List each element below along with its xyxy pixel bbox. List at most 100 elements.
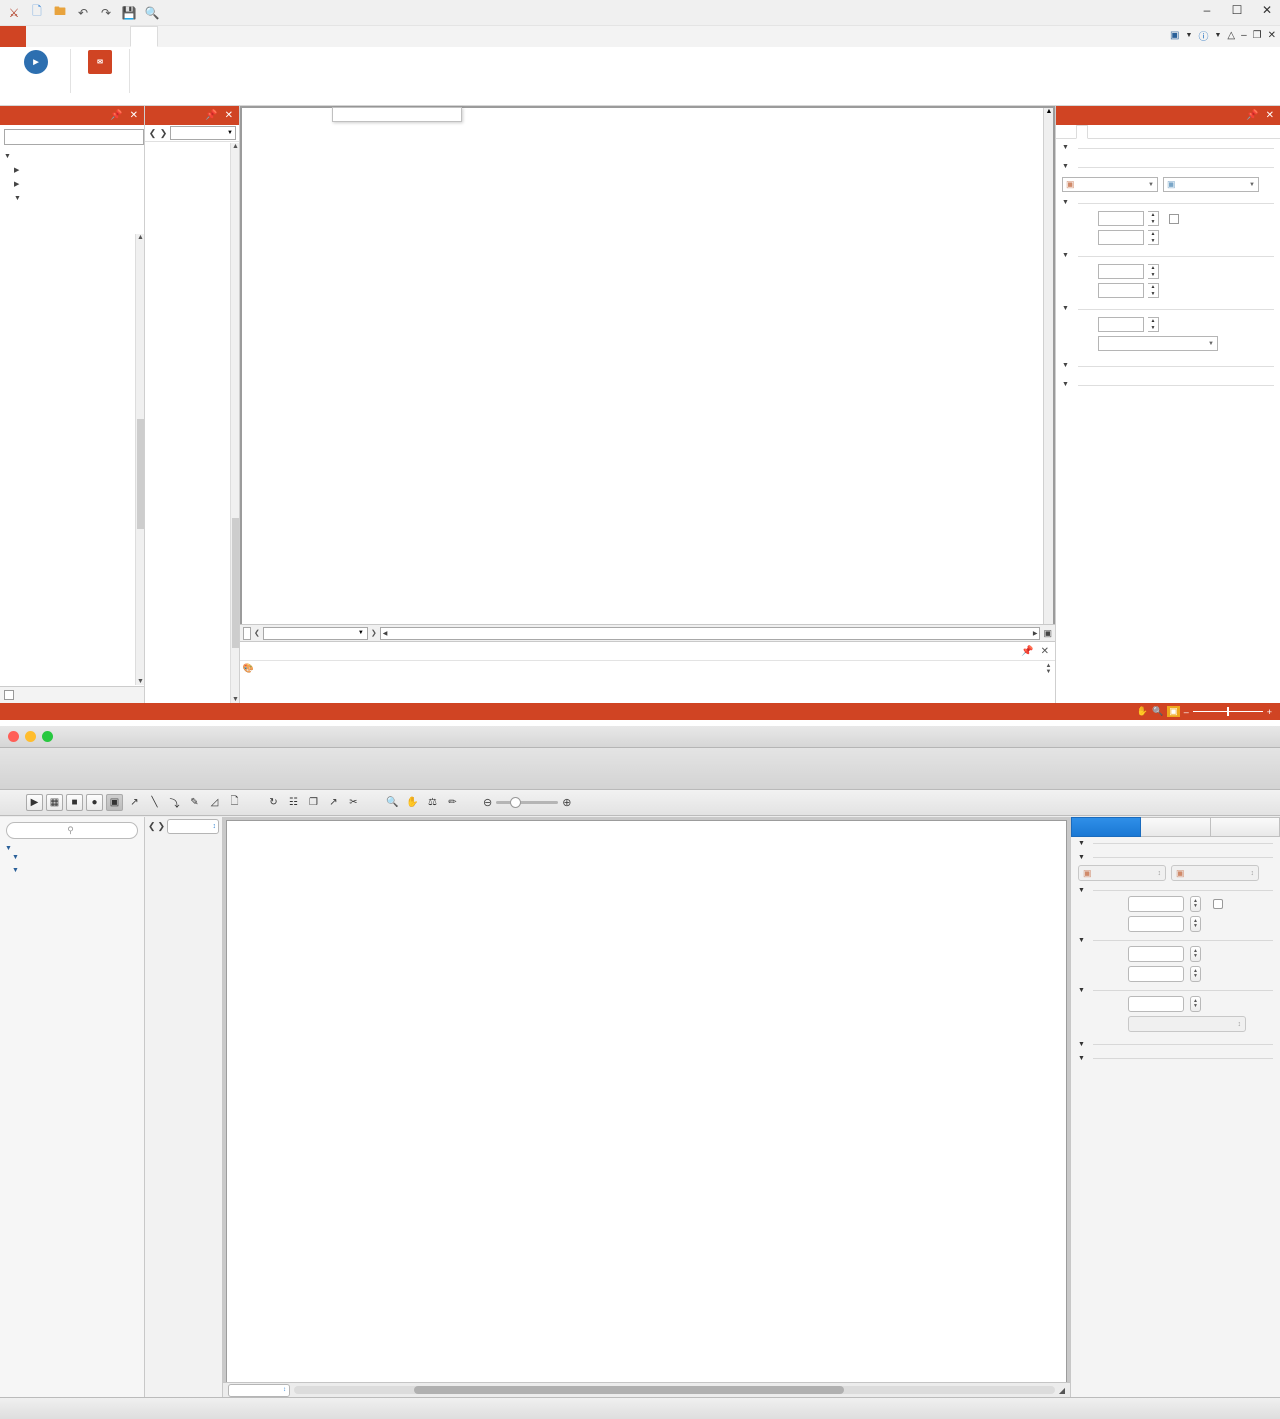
colors-scrollbar[interactable]: ▲ ▼	[1044, 663, 1053, 675]
mac-collapse-size-icon[interactable]: ▼	[1078, 887, 1085, 894]
fill-icon[interactable]: ⚖	[424, 794, 441, 811]
doc-restore-button[interactable]: ❐	[1253, 30, 1262, 41]
color-swatches[interactable]	[255, 663, 1044, 667]
colors-scroll-down-icon[interactable]: ▼	[1046, 669, 1052, 675]
canvas-vscrollbar[interactable]: ▲ ▼	[1043, 108, 1053, 701]
ribbon-collapse-icon[interactable]: △	[1227, 30, 1235, 41]
stepper-icon-zoom[interactable]: ↕	[283, 1387, 286, 1393]
account-icon[interactable]: ▣	[1170, 30, 1179, 41]
open-folder-icon[interactable]: 🖿	[52, 4, 68, 21]
mac-collapse-align-icon[interactable]: ▼	[1078, 854, 1085, 861]
curve-icon[interactable]: ⤵	[166, 794, 183, 811]
width-stepper[interactable]: ▲ ▼	[1148, 211, 1159, 226]
library-prev-icon[interactable]: ❮	[148, 128, 157, 139]
mac-tree-root[interactable]: ▼	[0, 844, 144, 853]
section-collapse-rotate-icon[interactable]: ▼	[1062, 303, 1070, 315]
connector-icon[interactable]: ↗	[325, 794, 342, 811]
chevron-down-icon[interactable]: ▼	[1186, 32, 1193, 39]
y-input[interactable]	[1098, 283, 1144, 298]
hand-icon[interactable]: ✋	[404, 794, 421, 811]
print-preview-icon[interactable]: 🔍	[144, 5, 160, 21]
stepper-icon-h[interactable]: ↕	[1158, 870, 1162, 877]
stepper-icon-pin[interactable]: ↕	[1238, 1021, 1242, 1028]
lib-scroll-down-icon[interactable]: ▼	[231, 696, 240, 703]
pen-icon[interactable]: ✎	[186, 794, 203, 811]
cut-connector-icon[interactable]: ✂	[345, 794, 362, 811]
tab-format[interactable]	[1066, 125, 1076, 138]
hand-tool-icon[interactable]: ✋	[1137, 706, 1148, 717]
mac-hscrollbar[interactable]	[294, 1386, 1055, 1394]
tree-node-templates[interactable]: ▶	[4, 178, 140, 192]
scroll-up-icon[interactable]: ▲	[136, 234, 145, 241]
chevron-down-icon-dv[interactable]: ▼	[1249, 182, 1255, 188]
frame-icon[interactable]: ▣	[106, 794, 123, 811]
maximize-button[interactable]: ☐	[1230, 3, 1244, 17]
angle-input[interactable]	[1098, 317, 1144, 332]
tab-arrange-size[interactable]	[1076, 125, 1088, 139]
tree-node-libraries[interactable]: ▶	[4, 164, 140, 178]
node-edit-icon[interactable]: ◿	[206, 794, 223, 811]
mac-close-button[interactable]	[8, 731, 19, 742]
rotate-icon[interactable]: ↻	[265, 794, 282, 811]
mac-zoom-slider-thumb[interactable]	[510, 797, 522, 808]
duplicate-icon[interactable]: ❐	[305, 794, 322, 811]
save-icon[interactable]: 💾	[121, 5, 137, 21]
rect-icon[interactable]: ■	[66, 794, 83, 811]
help-icon[interactable]: ⓘ	[1198, 28, 1208, 43]
mac-library-selector[interactable]: ↕	[167, 818, 219, 834]
mac-width-input[interactable]	[1128, 896, 1184, 912]
angle-stepper[interactable]: ▲ ▼	[1148, 317, 1159, 332]
text-icon[interactable]: ▦	[46, 794, 63, 811]
zoom-window-icon[interactable]: ▣	[1167, 706, 1180, 717]
width-input[interactable]	[1098, 211, 1144, 226]
tab-view[interactable]	[104, 26, 130, 47]
zoom-slider-thumb[interactable]	[1226, 707, 1229, 716]
mac-collapse-order-icon[interactable]: ▼	[1078, 840, 1085, 847]
mac-minimize-button[interactable]	[25, 731, 36, 742]
only-installed-solutions-row[interactable]	[0, 686, 144, 703]
mac-tab-text[interactable]	[1210, 817, 1280, 837]
library-next-icon[interactable]: ❯	[159, 128, 168, 139]
y-stepper[interactable]: ▲ ▼	[1148, 283, 1159, 298]
chevron-down-icon-2[interactable]: ▼	[1214, 32, 1221, 39]
tab-shape[interactable]	[52, 26, 78, 47]
mac-tree-templates[interactable]: ▼	[0, 866, 144, 875]
zoom-slider-group[interactable]: ⊖ ⊕	[483, 796, 571, 809]
redo-icon[interactable]: ↷	[98, 5, 114, 21]
presentation-button[interactable]: ▶	[8, 47, 64, 75]
tree-root-stakeholder-onion[interactable]: ▼	[4, 150, 140, 164]
page-selector[interactable]: ▼	[262, 626, 368, 640]
mac-distribute-h-combo[interactable]: ▣ ↕	[1078, 865, 1166, 881]
ahsns-structure-diagram[interactable]	[226, 820, 1067, 1394]
mac-collapse-makesame-icon[interactable]: ▼	[1078, 1055, 1085, 1062]
zoom-tool-icon[interactable]: 🔍	[1152, 706, 1163, 717]
lock-proportions-checkbox[interactable]	[1169, 213, 1179, 224]
mac-height-stepper[interactable]: ▲ ▼	[1190, 916, 1201, 932]
chevron-right-icon-2[interactable]: ▶	[14, 179, 22, 191]
mac-lock-proportions-checkbox[interactable]	[1213, 899, 1223, 909]
arrow-icon[interactable]: ↗	[126, 794, 143, 811]
page-prev-icon[interactable]: ❮	[254, 629, 260, 637]
chevron-down-icon-root[interactable]: ▼	[5, 845, 12, 852]
tab-document[interactable]	[78, 26, 104, 47]
eyedropper-icon[interactable]: ✏	[444, 794, 461, 811]
library-scrollbar[interactable]: ▲ ▼	[230, 143, 239, 703]
chevron-down-icon-pin[interactable]: ▼	[1208, 341, 1214, 347]
zoom-out-icon[interactable]: ⊖	[483, 796, 492, 809]
lib-scroll-thumb[interactable]	[232, 518, 239, 648]
mac-drawing-canvas[interactable]	[223, 817, 1070, 1397]
ellipse-icon[interactable]: ●	[86, 794, 103, 811]
fit-page-icon[interactable]: ▣	[1043, 628, 1052, 639]
chevron-down-icon-libs[interactable]: ▼	[12, 854, 19, 861]
app-icon[interactable]: ⚔	[6, 5, 22, 21]
mac-angle-input[interactable]	[1128, 996, 1184, 1012]
section-collapse-position-icon[interactable]: ▼	[1062, 250, 1070, 262]
page-next-icon[interactable]: ❯	[371, 629, 377, 637]
distribute-horizontal-combo[interactable]: ▣ ▼	[1062, 177, 1158, 192]
pin-combo[interactable]: ▼	[1098, 336, 1218, 351]
library-selector[interactable]: ▼	[170, 126, 236, 140]
stepper-icon-v[interactable]: ↕	[1251, 870, 1255, 877]
pin-icon-arrange[interactable]: 📌	[1246, 110, 1258, 121]
pin-icon[interactable]: 📌	[110, 110, 122, 121]
zoom-icon[interactable]: 🔍	[384, 794, 401, 811]
